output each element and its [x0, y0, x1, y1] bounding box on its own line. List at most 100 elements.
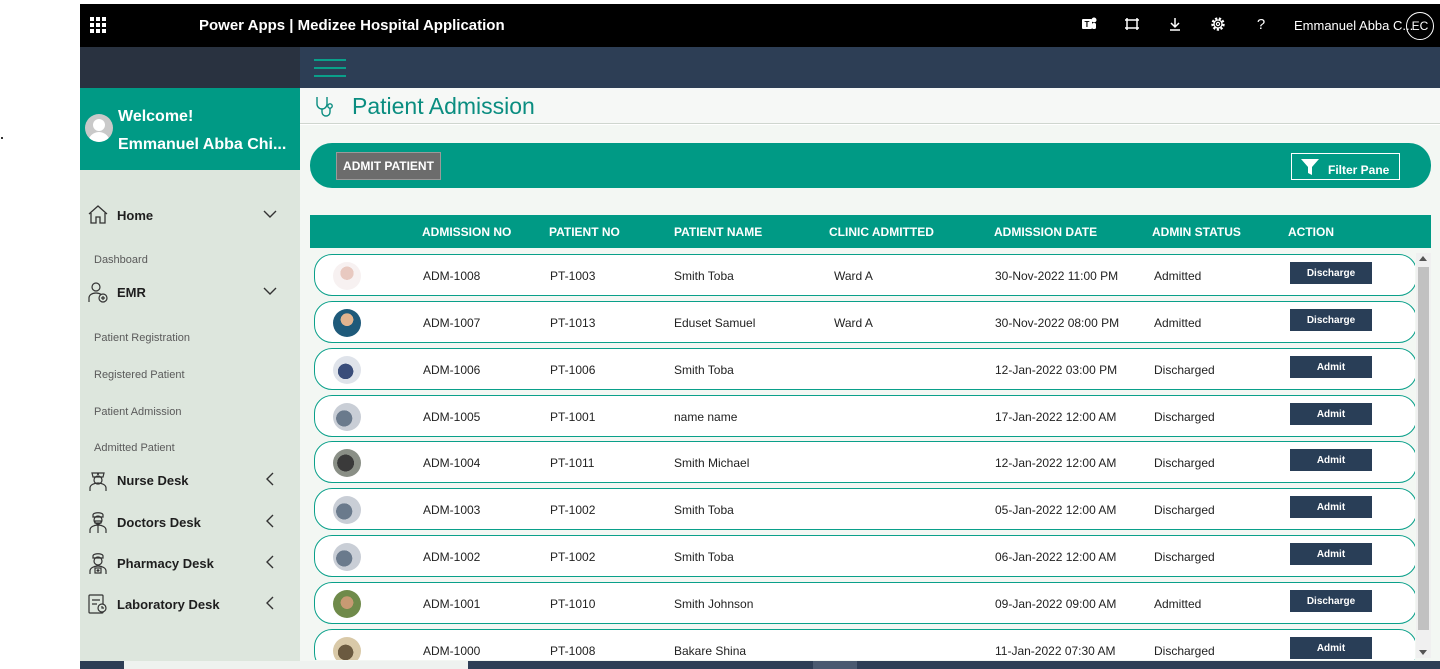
- table-row[interactable]: ADM-1004 PT-1011 Smith Michael 12-Jan-20…: [314, 441, 1415, 483]
- svg-text:?: ?: [1257, 16, 1265, 33]
- patient-no-cell: PT-1013: [550, 316, 596, 330]
- app-launcher-icon[interactable]: [90, 17, 106, 33]
- patient-no-cell: PT-1002: [550, 503, 596, 517]
- table-row[interactable]: ADM-1008 PT-1003 Smith Toba Ward A 30-No…: [314, 254, 1415, 296]
- sidebar-item-label: Pharmacy Desk: [117, 556, 214, 571]
- column-header-patient-name[interactable]: PATIENT NAME: [674, 225, 762, 239]
- sidebar-item-label: Nurse Desk: [117, 473, 189, 488]
- sidebar-item-pharmacy-desk[interactable]: Pharmacy Desk: [80, 546, 300, 580]
- sidebar-item-admitted-patient[interactable]: Admitted Patient: [94, 442, 175, 454]
- patient-no-cell: PT-1003: [550, 269, 596, 283]
- admission-no-cell: ADM-1006: [423, 363, 481, 377]
- column-header-action[interactable]: ACTION: [1288, 225, 1334, 239]
- scroll-down-icon[interactable]: [1419, 650, 1427, 655]
- admit-button[interactable]: Admit: [1290, 403, 1372, 425]
- menu-toggle-icon[interactable]: [314, 59, 346, 77]
- chevron-left-icon[interactable]: [262, 471, 278, 487]
- taskbar-app[interactable]: [813, 661, 857, 669]
- teams-icon[interactable]: T: [1079, 15, 1099, 35]
- user-name[interactable]: Emmanuel Abba C...: [1294, 18, 1413, 33]
- status-cell: Admitted: [1154, 597, 1202, 611]
- admission-no-cell: ADM-1002: [423, 550, 481, 564]
- sidebar-item-label: Laboratory Desk: [117, 597, 220, 612]
- column-header-clinic-admitted[interactable]: CLINIC ADMITTED: [829, 225, 934, 239]
- nurse-icon: [89, 472, 107, 491]
- sidebar-item-patient-registration[interactable]: Patient Registration: [94, 332, 190, 344]
- admit-button[interactable]: Admit: [1290, 496, 1372, 518]
- sidebar-item-home[interactable]: Home: [80, 198, 300, 232]
- column-header-admin-status[interactable]: ADMIN STATUS: [1152, 225, 1241, 239]
- admission-date-cell: 05-Jan-2022 12:00 AM: [995, 503, 1117, 517]
- sidebar-item-laboratory-desk[interactable]: Laboratory Desk: [80, 587, 300, 621]
- patient-no-cell: PT-1006: [550, 363, 596, 377]
- user-avatar[interactable]: EC: [1406, 12, 1434, 40]
- user-profile-icon: [85, 114, 113, 142]
- column-header-admission-date[interactable]: ADMISSION DATE: [994, 225, 1097, 239]
- column-header-patient-no[interactable]: PATIENT NO: [549, 225, 620, 239]
- admission-no-cell: ADM-1007: [423, 316, 481, 330]
- admission-no-cell: ADM-1004: [423, 456, 481, 470]
- admit-button[interactable]: Admit: [1290, 543, 1372, 565]
- sidebar-item-label: EMR: [117, 285, 146, 300]
- download-icon[interactable]: [1165, 15, 1185, 35]
- sidebar-item-label: Doctors Desk: [117, 515, 201, 530]
- table-row[interactable]: ADM-1005 PT-1001 name name 17-Jan-2022 1…: [314, 395, 1415, 437]
- list-scrollbar[interactable]: [1416, 253, 1431, 658]
- patient-name-cell: name name: [674, 410, 738, 424]
- column-header-admission-no[interactable]: ADMISSION NO: [422, 225, 511, 239]
- table-row[interactable]: ADM-1001 PT-1010 Smith Johnson 09-Jan-20…: [314, 582, 1415, 624]
- status-cell: Discharged: [1154, 644, 1215, 658]
- settings-icon[interactable]: [1208, 15, 1228, 35]
- lab-report-icon: [88, 594, 107, 614]
- sidebar-header-strip: [80, 47, 300, 88]
- admit-button[interactable]: Admit: [1290, 637, 1372, 659]
- filter-pane-button[interactable]: Filter Pane: [1291, 153, 1400, 180]
- admission-date-cell: 30-Nov-2022 08:00 PM: [995, 316, 1120, 330]
- table-row[interactable]: ADM-1000 PT-1008 Bakare Shina 11-Jan-202…: [314, 629, 1415, 660]
- scrollbar-thumb[interactable]: [1418, 267, 1429, 630]
- admission-date-cell: 12-Jan-2022 03:00 PM: [995, 363, 1118, 377]
- page-header: Patient Admission: [300, 88, 1440, 124]
- chevron-down-icon[interactable]: [262, 283, 278, 299]
- chevron-down-icon[interactable]: [262, 206, 278, 222]
- help-icon[interactable]: ?: [1251, 15, 1271, 35]
- admission-date-cell: 30-Nov-2022 11:00 PM: [995, 269, 1119, 283]
- top-bar: Power Apps | Medizee Hospital Applicatio…: [80, 4, 1440, 47]
- admission-no-cell: ADM-1008: [423, 269, 481, 283]
- status-cell: Discharged: [1154, 503, 1215, 517]
- sidebar-item-registered-patient[interactable]: Registered Patient: [94, 369, 185, 381]
- admission-date-cell: 12-Jan-2022 12:00 AM: [995, 456, 1117, 470]
- taskbar-search[interactable]: [124, 661, 468, 669]
- patient-avatar: [333, 543, 361, 571]
- admit-button[interactable]: Admit: [1290, 356, 1372, 378]
- discharge-button[interactable]: Discharge: [1290, 590, 1372, 612]
- patient-name-cell: Smith Michael: [674, 456, 750, 470]
- focus-icon[interactable]: [1122, 15, 1142, 35]
- power-apps-window: Power Apps | Medizee Hospital Applicatio…: [0, 0, 1440, 669]
- patient-name-cell: Smith Toba: [674, 503, 734, 517]
- patient-name-cell: Smith Toba: [674, 363, 734, 377]
- welcome-text: Welcome!: [118, 108, 194, 125]
- sidebar-item-doctors-desk[interactable]: Doctors Desk: [80, 505, 300, 539]
- scroll-up-icon[interactable]: [1419, 256, 1427, 261]
- discharge-button[interactable]: Discharge: [1290, 262, 1372, 284]
- patient-no-cell: PT-1010: [550, 597, 596, 611]
- table-row[interactable]: ADM-1006 PT-1006 Smith Toba 12-Jan-2022 …: [314, 348, 1415, 390]
- table-row[interactable]: ADM-1007 PT-1013 Eduset Samuel Ward A 30…: [314, 301, 1415, 343]
- chevron-left-icon[interactable]: [262, 554, 278, 570]
- welcome-panel: Welcome! Emmanuel Abba Chi...: [80, 88, 300, 170]
- sidebar-item-emr[interactable]: EMR: [80, 275, 300, 309]
- table-row[interactable]: ADM-1003 PT-1002 Smith Toba 05-Jan-2022 …: [314, 488, 1415, 530]
- chevron-left-icon[interactable]: [262, 595, 278, 611]
- admission-no-cell: ADM-1005: [423, 410, 481, 424]
- table-row[interactable]: ADM-1002 PT-1002 Smith Toba 06-Jan-2022 …: [314, 535, 1415, 577]
- admit-patient-button[interactable]: ADMIT PATIENT: [336, 152, 441, 180]
- sidebar-item-nurse-desk[interactable]: Nurse Desk: [80, 463, 300, 497]
- sidebar-item-dashboard[interactable]: Dashboard: [94, 254, 148, 266]
- chevron-left-icon[interactable]: [262, 513, 278, 529]
- clinic-cell: Ward A: [834, 316, 873, 330]
- sidebar-item-patient-admission[interactable]: Patient Admission: [94, 406, 181, 418]
- admit-button[interactable]: Admit: [1290, 449, 1372, 471]
- discharge-button[interactable]: Discharge: [1290, 309, 1372, 331]
- patient-avatar: [333, 262, 361, 290]
